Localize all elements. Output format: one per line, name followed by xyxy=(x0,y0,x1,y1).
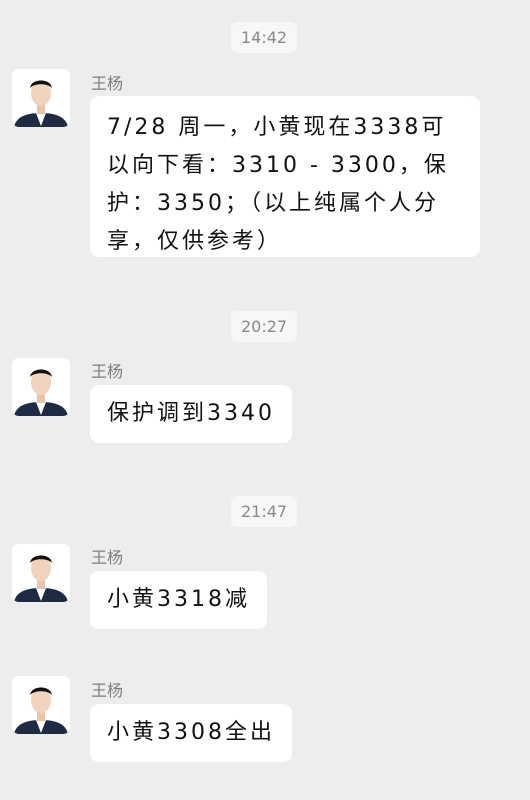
message-bubble[interactable]: 保护调到3340 xyxy=(90,385,292,443)
avatar[interactable] xyxy=(12,358,70,416)
avatar[interactable] xyxy=(12,69,70,127)
timestamp: 21:47 xyxy=(231,496,298,527)
avatar[interactable] xyxy=(12,676,70,734)
message-bubble[interactable]: 小黄3308全出 xyxy=(90,704,292,762)
timestamp: 14:42 xyxy=(231,22,298,53)
sender-name: 王杨 xyxy=(91,548,124,567)
sender-name: 王杨 xyxy=(91,681,124,700)
avatar[interactable] xyxy=(12,544,70,602)
timestamp: 20:27 xyxy=(231,311,298,342)
message-bubble[interactable]: 7/28 周一，小黄现在3338可以向下看：3310 - 3300，保护：335… xyxy=(90,96,480,257)
sender-name: 王杨 xyxy=(91,362,124,381)
message-bubble[interactable]: 小黄3318减 xyxy=(90,571,267,629)
sender-name: 王杨 xyxy=(91,74,124,93)
